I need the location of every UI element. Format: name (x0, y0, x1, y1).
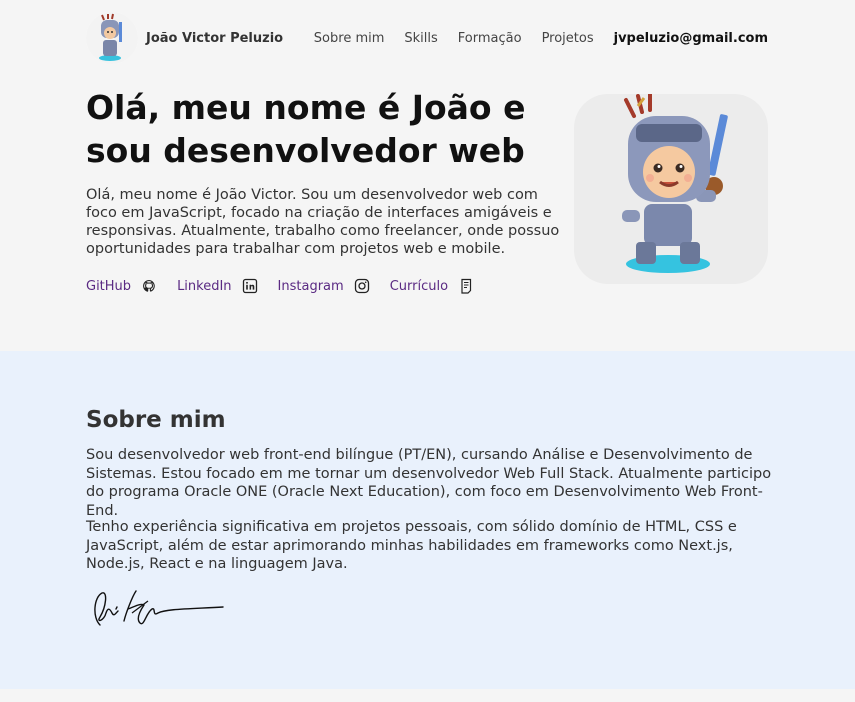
about-title: Sobre mim (86, 407, 226, 433)
github-icon (143, 279, 155, 292)
signature-image (94, 590, 224, 626)
nav-link-formacao[interactable]: Formação (458, 31, 522, 46)
instagram-label: Instagram (277, 278, 344, 294)
nav-link-projetos[interactable]: Projetos (542, 31, 594, 46)
instagram-link[interactable]: Instagram (278, 278, 370, 294)
hero-mascot-image (574, 94, 768, 284)
main-nav: Sobre mim Skills Formação Projetos jvpel… (314, 31, 768, 46)
document-icon (461, 278, 472, 294)
github-label: GitHub (86, 278, 132, 294)
linkedin-icon (242, 278, 257, 294)
instagram-icon (354, 278, 369, 294)
curriculo-label: Currículo (389, 278, 449, 294)
social-links: GitHub LinkedIn Instagram Currículo (86, 278, 474, 294)
about-paragraph-2: Tenho experiência significativa em proje… (86, 519, 737, 572)
linkedin-link[interactable]: LinkedIn (177, 278, 257, 294)
next-section-edge (0, 689, 855, 702)
linkedin-label: LinkedIn (177, 278, 232, 294)
nav-link-skills[interactable]: Skills (404, 31, 437, 46)
nav-link-sobre-mim[interactable]: Sobre mim (314, 31, 385, 46)
hero-description: Olá, meu nome é João Victor. Sou um dese… (86, 187, 560, 257)
curriculo-link[interactable]: Currículo (390, 278, 474, 294)
github-link[interactable]: GitHub (86, 278, 157, 294)
logo-avatar[interactable] (86, 12, 138, 64)
site-name[interactable]: João Victor Peluzio (146, 31, 283, 46)
email-link[interactable]: jvpeluzio@gmail.com (614, 31, 768, 46)
about-section: Sobre mim Sou desenvolvedor web front-en… (0, 351, 855, 689)
about-paragraph-1: Sou desenvolvedor web front-end bilíngue… (86, 447, 772, 519)
site-header: João Victor Peluzio Sobre mim Skills For… (0, 0, 855, 78)
hero-title: Olá, meu nome é João e sou desenvolvedor… (86, 88, 526, 170)
